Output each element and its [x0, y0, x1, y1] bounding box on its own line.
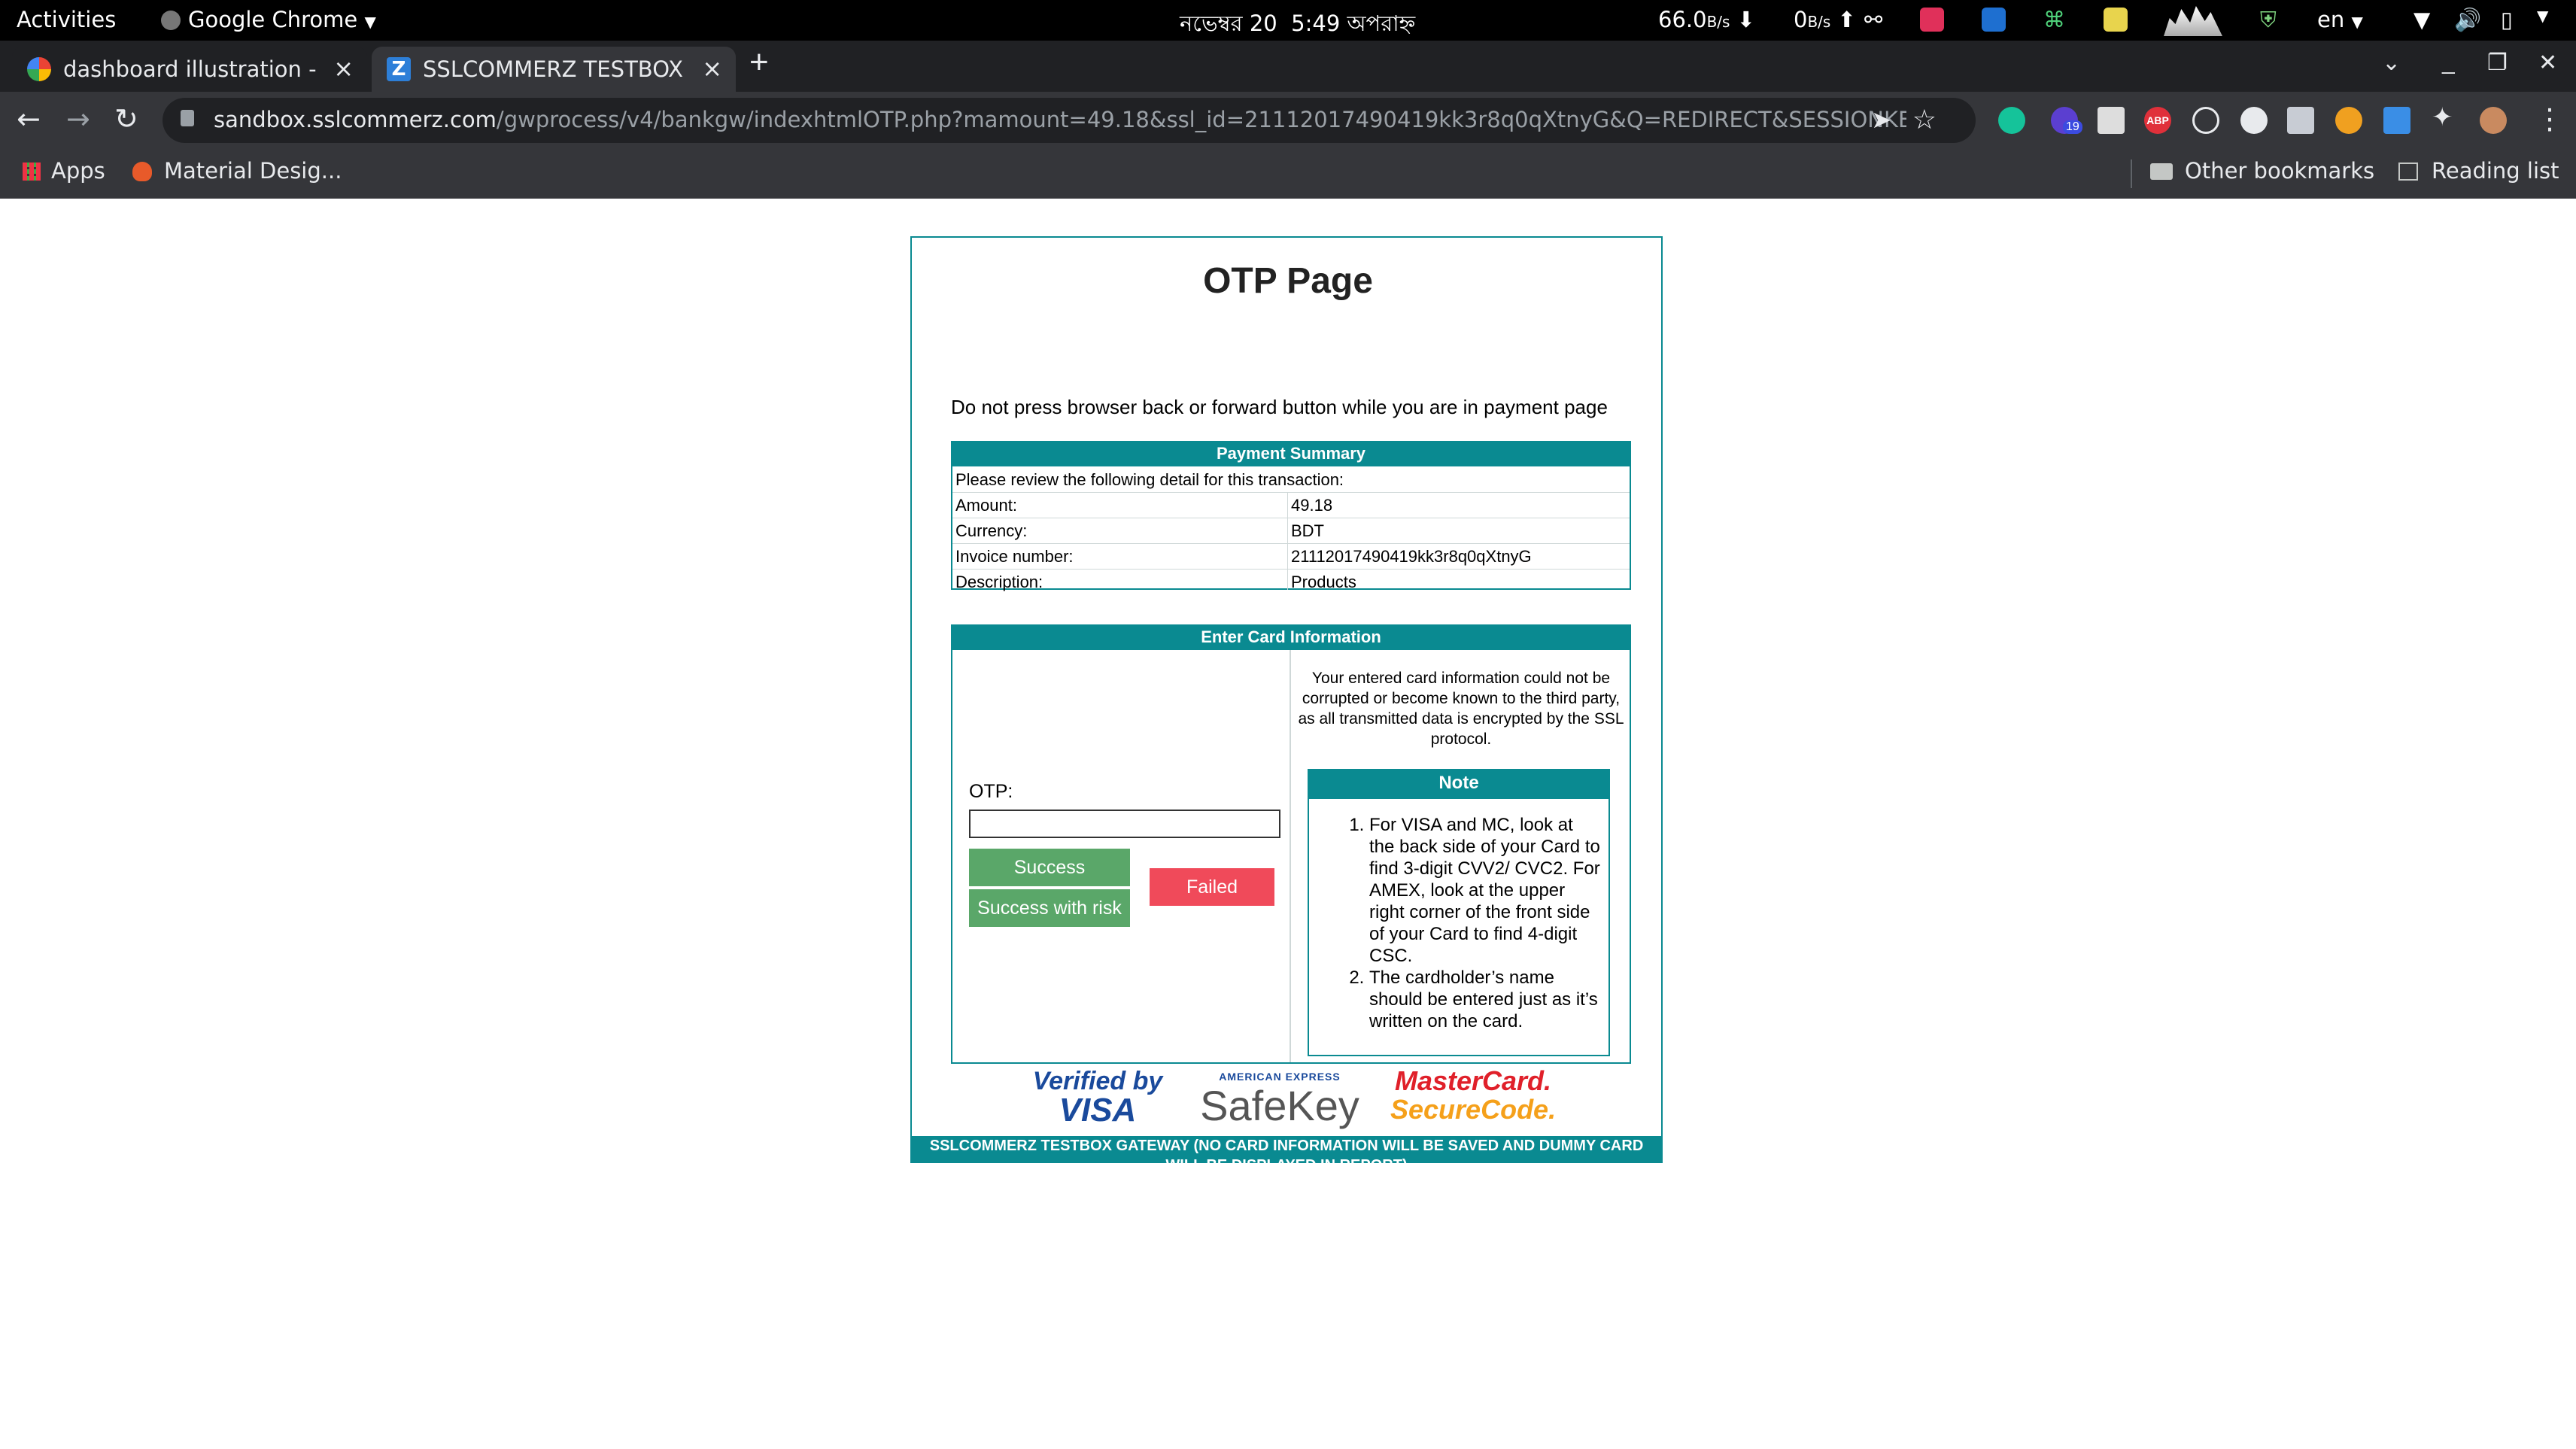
tab-dashboard-illustration[interactable]: dashboard illustration - Go × [12, 47, 367, 92]
react-devtools-icon[interactable] [2192, 107, 2219, 134]
mastercard-securecode-logo: MasterCard. SecureCode. [1390, 1065, 1557, 1125]
card-brand-logos: Verified by VISA AMERICAN EXPRESS SafeKe… [912, 1067, 1664, 1133]
forward-button[interactable]: → [66, 102, 90, 135]
folder-icon [2150, 163, 2173, 180]
battery-icon[interactable]: ▯ [2501, 7, 2513, 32]
amex-safekey-logo: AMERICAN EXPRESS SafeKey [1200, 1071, 1359, 1129]
ssl-security-notice: Your entered card information could not … [1298, 670, 1624, 748]
verified-by-visa-logo: Verified by VISA [1032, 1067, 1163, 1129]
summary-intro-row: Please review the following detail for t… [952, 466, 1630, 493]
failed-button[interactable]: Failed [1150, 868, 1274, 906]
note-item: The cardholder’s name should be entered … [1369, 967, 1602, 1032]
browser-toolbar: ← → ↻ sandbox.sslcommerz.com/gwprocess/v… [0, 92, 2576, 149]
note-box: Note For VISA and MC, look at the back s… [1308, 769, 1610, 1056]
tab-strip: dashboard illustration - Go × Z SSLCOMME… [0, 41, 2576, 92]
wifi-icon[interactable]: ▼ [2413, 7, 2430, 32]
jetbrains-toolbox-icon[interactable] [1920, 8, 1944, 32]
app-name: Google Chrome [188, 7, 358, 32]
otp-input[interactable] [969, 810, 1280, 838]
chrome-menu-icon[interactable]: ⋮ [2535, 102, 2564, 135]
payment-summary-table: Please review the following detail for t… [951, 465, 1631, 591]
tab-title: SSLCOMMERZ TESTBOX G [423, 56, 686, 82]
bookmarks-divider [2131, 159, 2132, 188]
other-bookmarks[interactable]: Other bookmarks [2150, 158, 2374, 184]
reading-list[interactable]: Reading list [2398, 158, 2559, 184]
tab-search-chevron-icon[interactable]: ⌄ [2382, 50, 2401, 76]
reading-list-icon [2398, 163, 2418, 181]
teamviewer-icon[interactable] [1982, 8, 2006, 32]
apps-grid-icon [23, 163, 41, 181]
otp-label: OTP: [969, 781, 1013, 802]
address-bar[interactable]: sandbox.sslcommerz.com/gwprocess/v4/bank… [163, 98, 1976, 143]
summary-row-invoice: Invoice number: 21112017490419kk3r8q0qXtn… [952, 543, 1630, 570]
window-extension-icon[interactable] [2287, 107, 2314, 134]
material-design-bookmark[interactable]: Material Desig... [132, 158, 342, 184]
brave-favicon-icon [132, 162, 152, 181]
close-tab-icon[interactable]: × [702, 54, 722, 83]
reload-button[interactable]: ↻ [114, 102, 138, 135]
summary-column-divider [1287, 492, 1288, 590]
institution-icon[interactable] [2098, 107, 2125, 134]
card-info-header: Enter Card Information [951, 624, 1631, 650]
extensions-puzzle-icon[interactable]: ✦ [2432, 102, 2453, 132]
new-tab-button[interactable]: + [749, 44, 769, 81]
shield-icon[interactable]: ⛨ [2260, 7, 2277, 33]
sslcommerz-favicon-icon: Z [387, 57, 411, 81]
translate-extension-icon[interactable] [2383, 107, 2410, 134]
summary-row-currency: Currency: BDT [952, 518, 1630, 544]
circle-extension-icon[interactable] [2240, 107, 2268, 134]
chrome-icon [161, 11, 181, 30]
volume-icon[interactable]: 🔊 [2454, 7, 2481, 33]
success-button[interactable]: Success [969, 849, 1130, 886]
navigation-warning: Do not press browser back or forward but… [951, 396, 1608, 418]
note-item: For VISA and MC, look at the back side o… [1369, 814, 1602, 967]
minimize-button[interactable]: _ [2442, 50, 2455, 75]
profile-avatar[interactable] [2480, 107, 2507, 134]
grammarly-icon[interactable] [1998, 107, 2025, 134]
activities-button[interactable]: Activities [17, 7, 116, 32]
net-up-speed: 0B/s ⬆ [1794, 7, 1856, 32]
time-text: 5:49 অপরাহ্ন [1291, 11, 1416, 36]
language-indicator[interactable]: en ▼ [2317, 7, 2363, 32]
url-text[interactable]: sandbox.sslcommerz.com/gwprocess/v4/bank… [214, 107, 1906, 132]
summary-row-description: Description: Products [955, 573, 1356, 591]
system-top-bar: Activities Google Chrome ▼ নভেম্বর 20 5:… [0, 0, 2576, 41]
extension-badge-icon[interactable]: 19 [2051, 107, 2082, 134]
tab-sslcommerz[interactable]: Z SSLCOMMERZ TESTBOX G × [372, 47, 736, 92]
close-tab-icon[interactable]: × [333, 54, 354, 83]
back-button[interactable]: ← [17, 102, 41, 135]
link-icon[interactable]: ⚯ [1864, 7, 1882, 32]
honey-extension-icon[interactable] [2335, 107, 2362, 134]
lock-icon[interactable] [181, 110, 194, 126]
send-to-device-icon[interactable]: ➤ [1871, 105, 1891, 134]
system-monitor-graph[interactable] [2164, 6, 2222, 36]
system-menu-chevron-icon[interactable]: ▼ [2537, 7, 2548, 25]
notes-tray-icon[interactable] [2104, 8, 2128, 32]
network-tray-icon[interactable]: ⌘ [2043, 7, 2065, 32]
payment-summary-header: Payment Summary [951, 441, 1631, 466]
note-list: For VISA and MC, look at the back side o… [1309, 805, 1608, 1032]
chevron-down-icon: ▼ [364, 13, 376, 31]
success-with-risk-button[interactable]: Success with risk [969, 889, 1130, 927]
date-text: নভেম্বর 20 [1180, 11, 1277, 36]
google-favicon-icon [27, 57, 51, 81]
card-panel-divider [1290, 650, 1291, 1062]
chrome-app-menu[interactable]: Google Chrome ▼ [161, 7, 376, 32]
note-header: Note [1308, 769, 1610, 799]
apps-bookmark[interactable]: Apps [23, 158, 105, 184]
net-down-speed: 66.0B/s ⬇ [1658, 7, 1755, 32]
bookmark-star-icon[interactable]: ☆ [1912, 104, 1937, 135]
summary-row-amount: Amount: 49.18 [952, 492, 1630, 518]
otp-page-container: OTP Page Do not press browser back or fo… [910, 236, 1663, 1163]
page-title: OTP Page [1203, 261, 1373, 301]
restore-button[interactable]: ❐ [2487, 50, 2508, 76]
clock[interactable]: নভেম্বর 20 5:49 অপরাহ্ন [1180, 7, 1415, 44]
bookmarks-bar: Apps Material Desig... Other bookmarks R… [0, 149, 2576, 199]
tab-title: dashboard illustration - Go [63, 56, 319, 82]
adblock-plus-icon[interactable]: ABP [2144, 107, 2171, 134]
testbox-footer: SSLCOMMERZ TESTBOX GATEWAY (NO CARD INFO… [912, 1136, 1661, 1163]
close-window-button[interactable]: ✕ [2538, 50, 2557, 76]
card-info-panel: OTP: Success Success with risk Failed Yo… [951, 649, 1631, 1064]
